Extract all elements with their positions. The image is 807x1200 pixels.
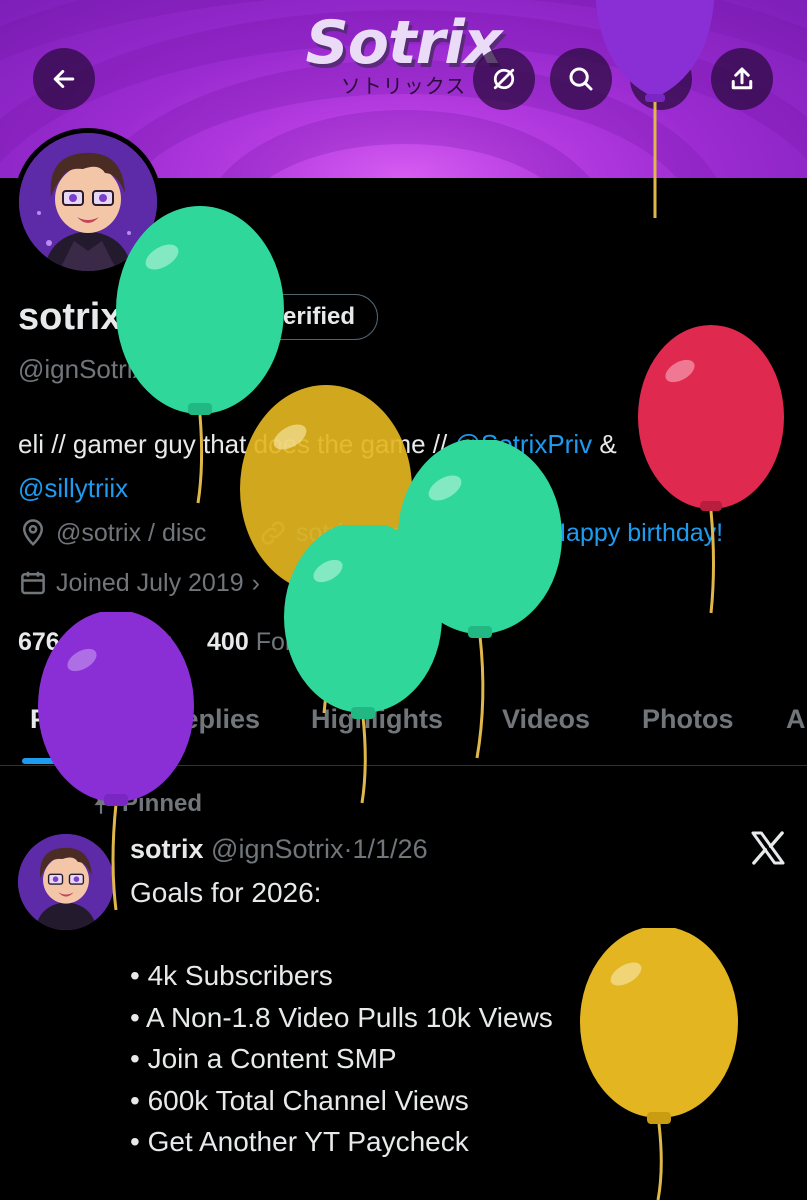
post-line: • Join a Content SMP <box>130 1043 397 1074</box>
followers-link[interactable]: 400 Followers <box>207 628 363 656</box>
follow-stats: 676 Following 400 Followers <box>18 628 363 657</box>
balloon-yellow-2 <box>580 928 738 1200</box>
post-author-handle[interactable]: @ignSotrix <box>211 834 343 864</box>
verified-badge-icon <box>188 305 211 326</box>
website-item[interactable]: sotrix.carrd.co <box>258 518 453 548</box>
grok-icon <box>493 68 515 90</box>
grok-button[interactable] <box>473 48 535 110</box>
tab-posts[interactable]: Posts <box>30 704 104 735</box>
profile-handle: @ignSotrix <box>18 354 146 384</box>
bio-text: eli // gamer guy that does the game // <box>18 429 455 459</box>
display-name: sotrix <box>18 296 122 338</box>
balloon-red <box>638 325 784 614</box>
post-line <box>130 914 553 956</box>
search-icon <box>569 67 593 91</box>
profile-avatar[interactable] <box>14 128 162 276</box>
pinned-label: Pinned <box>122 790 203 817</box>
followers-count: 400 <box>207 628 249 656</box>
post-line: • Get Another YT Paycheck <box>130 1126 469 1157</box>
share-button[interactable] <box>711 48 773 110</box>
tab-replies[interactable]: Replies <box>164 704 260 735</box>
following-count: 676 <box>18 628 60 656</box>
profile-tabs: Posts Replies Highlights Videos Photos A <box>0 700 807 766</box>
post-line: • 4k Subscribers <box>130 960 333 991</box>
arrow-left-icon <box>53 70 75 88</box>
pencil-icon <box>649 69 671 91</box>
post-date[interactable]: 1/1/26 <box>353 834 428 864</box>
tab-highlights[interactable]: Highlights <box>311 704 443 735</box>
bio-mention-sillytriix[interactable]: @sillytriix <box>18 473 128 503</box>
location-text: @sotrix / disc <box>56 518 207 547</box>
followers-label: Followers <box>255 628 363 656</box>
birthday-item: Happy birthday! <box>510 518 723 548</box>
active-tab-indicator <box>22 758 122 764</box>
pin-icon <box>94 794 108 814</box>
pinned-indicator: Pinned <box>88 790 202 818</box>
get-verified-label: Get verified <box>223 303 356 330</box>
post-separator: · <box>343 834 353 864</box>
calendar-icon <box>21 571 45 595</box>
back-button[interactable] <box>33 48 95 110</box>
location-item: @sotrix / disc <box>18 518 206 548</box>
chevron-right-icon: › <box>251 568 260 597</box>
tab-videos[interactable]: Videos <box>502 704 590 735</box>
website-link[interactable]: sotrix.carrd.co <box>296 519 453 548</box>
joined-text: Joined July 2019 <box>56 568 244 597</box>
post-text: Goals for 2026: • 4k Subscribers • A Non… <box>130 872 553 1163</box>
profile-bio: eli // gamer guy that does the game // @… <box>18 422 617 510</box>
following-label: Following <box>66 628 173 656</box>
post-author-name[interactable]: sotrix <box>130 834 204 864</box>
tab-articles[interactable]: A <box>786 704 806 735</box>
location-pin-icon <box>22 519 44 546</box>
search-button[interactable] <box>550 48 612 110</box>
birthday-text: Happy birthday! <box>548 518 724 547</box>
x-logo-icon[interactable] <box>748 828 788 868</box>
bio-mention-sotrixpriv[interactable]: @SotrixPriv <box>454 429 592 459</box>
get-verified-button[interactable]: Get verified <box>162 294 379 340</box>
tab-photos[interactable]: Photos <box>642 704 734 735</box>
balloon-icon <box>516 519 534 545</box>
link-icon <box>261 521 285 545</box>
joined-item: Joined July 2019 › <box>18 568 260 598</box>
post-author-avatar[interactable] <box>18 834 114 930</box>
post-line: • A Non-1.8 Video Pulls 10k Views <box>130 1001 553 1033</box>
post-line: • 600k Total Channel Views <box>130 1084 469 1116</box>
share-icon <box>731 67 753 90</box>
following-link[interactable]: 676 Following <box>18 628 172 656</box>
post-header: sotrix @ignSotrix·1/1/26 <box>130 834 428 865</box>
bio-ampersand: & <box>592 429 617 459</box>
edit-button[interactable] <box>630 48 692 110</box>
post-line: Goals for 2026: <box>130 877 322 908</box>
